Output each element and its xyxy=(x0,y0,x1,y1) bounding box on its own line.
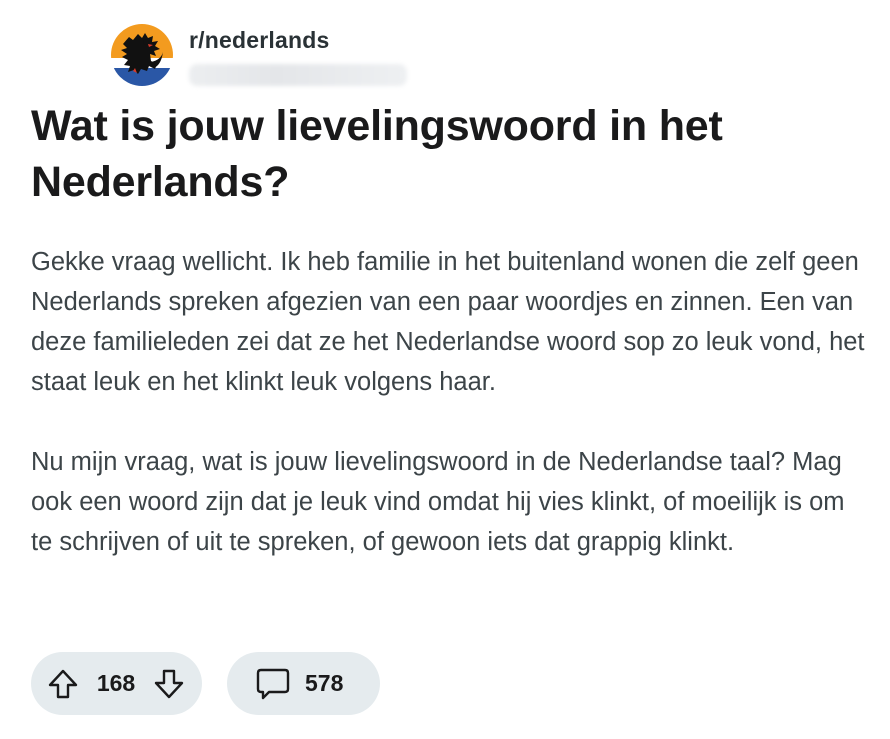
body-paragraph: Nu mijn vraag, wat is jouw lievelingswoo… xyxy=(31,448,845,556)
post-title[interactable]: Wat is jouw lievelingswoord in het Neder… xyxy=(31,98,851,210)
downvote-button[interactable] xyxy=(152,667,186,701)
body-paragraph: Gekke vraag wellicht. Ik heb familie in … xyxy=(31,248,865,396)
post-meta: r/nederlands xyxy=(189,24,407,86)
upvote-button[interactable] xyxy=(46,667,80,701)
comment-count: 578 xyxy=(305,670,344,696)
blurred-byline xyxy=(189,64,407,86)
subreddit-avatar[interactable] xyxy=(111,24,173,86)
post-actions: 168 578 xyxy=(31,652,380,715)
post-card: r/nederlands Wat is jouw lievelingswoord… xyxy=(0,0,890,739)
post-header: r/nederlands xyxy=(111,24,407,88)
speech-bubble-icon xyxy=(256,668,290,699)
post-body: Gekke vraag wellicht. Ik heb familie in … xyxy=(31,242,871,602)
vote-count: 168 xyxy=(96,670,136,696)
subreddit-link[interactable]: r/nederlands xyxy=(189,27,407,54)
flemish-lion-icon xyxy=(111,24,173,86)
arrow-down-icon xyxy=(154,669,184,698)
arrow-up-icon xyxy=(48,669,78,698)
comments-button[interactable]: 578 xyxy=(227,652,380,715)
vote-pill: 168 xyxy=(31,652,202,715)
